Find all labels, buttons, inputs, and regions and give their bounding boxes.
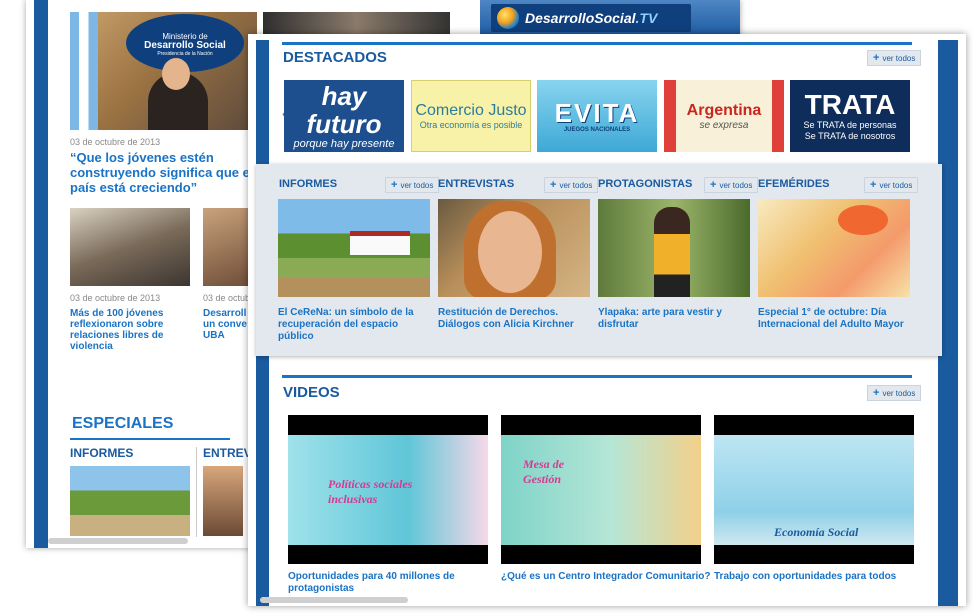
videos-title: VIDEOS <box>283 384 340 401</box>
podium-line3: Presidencia de la Nación <box>157 51 213 57</box>
video-text-2[interactable]: ¿Qué es un Centro Integrador Comunitario… <box>501 571 711 583</box>
category-image-informes[interactable] <box>278 199 430 297</box>
girl-shape <box>654 207 690 297</box>
banner-argentina-sub: se expresa <box>699 119 749 131</box>
especiales-entrevistas[interactable]: ENTREV <box>203 446 252 460</box>
ver-todos-label: ver todos <box>882 53 916 63</box>
video-thumb-2[interactable]: Mesa de Gestión <box>501 415 701 564</box>
banner-trata-line2: Se TRATA de nosotros <box>804 131 896 141</box>
video-text-3[interactable]: Trabajo con oportunidades para todos <box>714 571 924 583</box>
category-image-efemerides[interactable] <box>758 199 910 297</box>
banner-comercio-title: Comercio Justo <box>415 102 527 119</box>
house-shape <box>350 231 410 255</box>
news-headline-1[interactable]: Más de 100 jóvenes reflexionaron sobre r… <box>70 308 190 352</box>
entrevistas-ver-todos-button[interactable]: + ver todos <box>544 177 599 193</box>
especiales-entrevistas-thumb[interactable] <box>203 466 243 536</box>
plus-icon: + <box>391 179 398 191</box>
desarrollo-social-tv-logo[interactable]: DesarrolloSocial.TV <box>491 4 691 32</box>
banner-trata-title: TRATA <box>804 89 896 120</box>
banner-hay-futuro-title: hay futuro <box>306 81 382 139</box>
ver-todos-label: ver todos <box>400 180 434 190</box>
news-thumb-1[interactable] <box>70 208 190 286</box>
plus-icon: + <box>550 179 557 191</box>
protagonistas-ver-todos-button[interactable]: + ver todos <box>704 177 759 193</box>
news-date-1: 03 de octubre de 2013 <box>70 293 161 303</box>
video-caption-1: Políticas sociales inclusivas <box>328 477 413 506</box>
ver-todos-label: ver todos <box>882 388 916 398</box>
category-text-efemerides[interactable]: Especial 1° de octubre: Día Internaciona… <box>758 307 910 331</box>
news-date-2: 03 de octubr <box>203 293 254 303</box>
banner-comercio-sub: Otra economía es posible <box>419 120 523 130</box>
videos-ver-todos-button[interactable]: + ver todos <box>867 385 922 401</box>
especiales-informes[interactable]: INFORMES <box>70 446 133 460</box>
ver-todos-label: ver todos <box>559 180 593 190</box>
banner-comercio-justo[interactable]: Comercio Justo Otra economía es posible <box>411 80 531 152</box>
tv-logo-text: DesarrolloSocial <box>525 10 636 26</box>
video-frame-3: Economía Social <box>714 435 914 545</box>
category-text-informes[interactable]: El CeReNa: un símbolo de la recuperación… <box>278 307 430 343</box>
ver-todos-label: ver todos <box>719 180 753 190</box>
video-caption-3: Economía Social <box>774 525 859 539</box>
category-image-protagonistas[interactable] <box>598 199 750 297</box>
category-title-efemerides[interactable]: EFEMÉRIDES <box>758 178 830 190</box>
banner-evita[interactable]: EVITA JUEGOS NACIONALES <box>537 80 657 152</box>
category-text-protagonistas[interactable]: Ylapaka: arte para vestir y disfrutar <box>598 307 750 331</box>
banner-evita-logo: EVITA <box>554 98 640 128</box>
back-page-sidebar <box>34 0 48 548</box>
plus-icon: + <box>873 387 880 399</box>
especiales-rule <box>70 438 230 440</box>
video-caption-2: Mesa de Gestión <box>523 457 564 486</box>
destacados-title: DESTACADOS <box>283 49 387 66</box>
destacados-ver-todos-button[interactable]: + ver todos <box>867 50 922 66</box>
informes-ver-todos-button[interactable]: + ver todos <box>385 177 440 193</box>
category-image-entrevistas[interactable] <box>438 199 590 297</box>
main-news-date: 03 de octubre de 2013 <box>70 137 161 147</box>
category-title-informes[interactable]: INFORMES <box>279 178 337 190</box>
news-headline-2[interactable]: Desarroll un conve UBA <box>203 308 251 341</box>
argentina-flag <box>70 12 98 130</box>
front-page: DESTACADOS + ver todos ‹ › hay futuro po… <box>248 34 966 606</box>
category-title-protagonistas[interactable]: PROTAGONISTAS <box>598 178 692 190</box>
tv-logo-suffix: .TV <box>635 10 658 26</box>
front-page-scrollbar[interactable] <box>260 597 408 603</box>
especiales-title: ESPECIALES <box>72 415 174 432</box>
video-frame-1: Políticas sociales inclusivas <box>288 435 488 545</box>
especiales-informes-thumb[interactable] <box>70 466 190 536</box>
banner-trata[interactable]: TRATA Se TRATA de personas Se TRATA de n… <box>790 80 910 152</box>
video-thumb-1[interactable]: Políticas sociales inclusivas <box>288 415 488 564</box>
category-text-entrevistas[interactable]: Restitución de Derechos. Diálogos con Al… <box>438 307 590 331</box>
banner-argentina-se-expresa[interactable]: Argentina se expresa <box>664 80 784 152</box>
destacados-rule <box>282 42 912 45</box>
banner-evita-sub: JUEGOS NACIONALES <box>563 127 631 133</box>
video-thumb-3[interactable]: Economía Social <box>714 415 914 564</box>
especiales-separator <box>196 447 197 537</box>
video-text-1[interactable]: Oportunidades para 40 millones de protag… <box>288 571 498 595</box>
plus-icon: + <box>870 179 877 191</box>
banner-hay-futuro-sub: porque hay presente <box>293 138 395 150</box>
speaker-head <box>162 58 190 90</box>
banner-argentina-title: Argentina <box>686 101 762 119</box>
banner-trata-line1: Se TRATA de personas <box>803 120 897 130</box>
banner-hay-futuro[interactable]: hay futuro porque hay presente <box>284 80 404 152</box>
main-news-headline[interactable]: “Que los jóvenes estén construyendo sign… <box>70 150 260 195</box>
face-shape <box>478 211 542 293</box>
videos-rule <box>282 375 912 378</box>
bubble-shape <box>838 205 888 235</box>
globe-icon <box>497 7 519 29</box>
efemerides-ver-todos-button[interactable]: + ver todos <box>864 177 919 193</box>
main-news-photo[interactable]: Ministerio de Desarrollo Social Presiden… <box>70 12 257 130</box>
video-frame-2: Mesa de Gestión <box>501 435 701 545</box>
plus-icon: + <box>710 179 717 191</box>
back-page-scrollbar[interactable] <box>48 538 188 544</box>
plus-icon: + <box>873 52 880 64</box>
ver-todos-label: ver todos <box>879 180 913 190</box>
category-title-entrevistas[interactable]: ENTREVISTAS <box>438 178 514 190</box>
